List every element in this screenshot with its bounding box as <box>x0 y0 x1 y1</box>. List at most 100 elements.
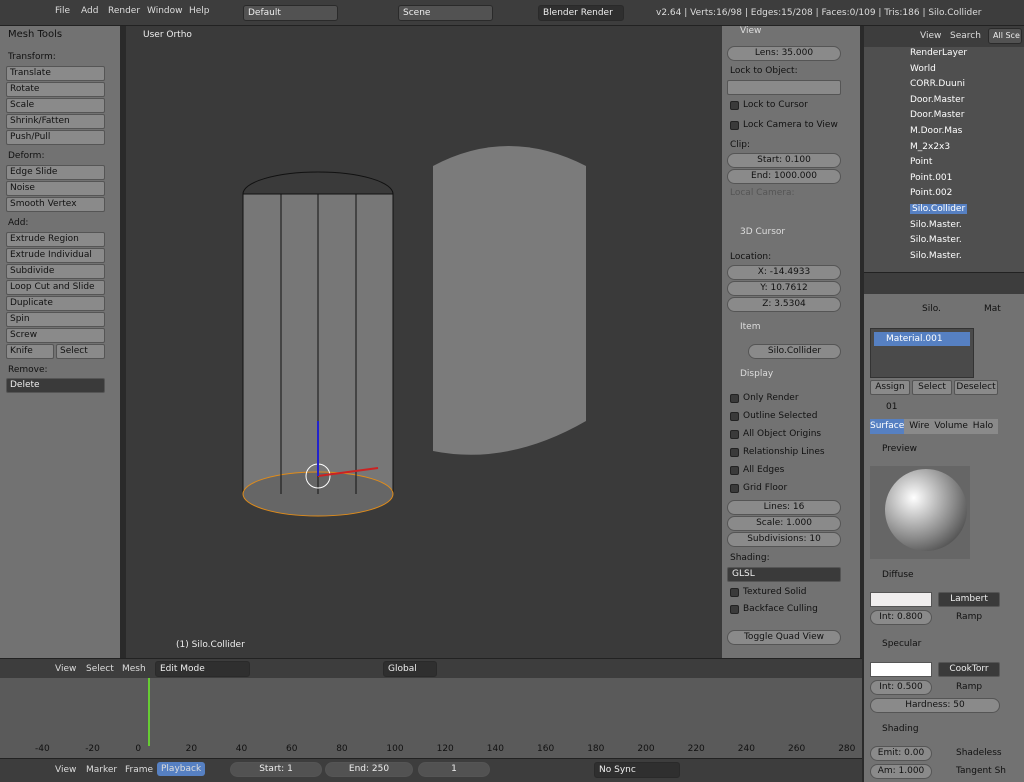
diffuse-color[interactable] <box>870 592 932 607</box>
all-origins-check[interactable] <box>730 430 739 439</box>
outliner-item[interactable]: RenderLayer <box>910 48 967 58</box>
cursor-x-field[interactable]: X: -14.4933 <box>727 265 841 280</box>
rotate-button[interactable]: Rotate <box>6 82 105 97</box>
delete-select[interactable]: Delete <box>6 378 105 393</box>
backface-culling-check[interactable] <box>730 605 739 614</box>
material-slot-item[interactable]: Material.001 <box>874 332 970 346</box>
screw-button[interactable]: Screw <box>6 328 105 343</box>
all-edges-check[interactable] <box>730 466 739 475</box>
breadcrumb-material[interactable]: Mat <box>984 304 1001 314</box>
menu-help[interactable]: Help <box>189 6 210 16</box>
emit-field[interactable]: Emit: 0.00 <box>870 746 932 761</box>
shading-panel-title[interactable]: Shading <box>882 724 919 734</box>
assign-button[interactable]: Assign <box>870 380 910 395</box>
relationship-lines-check[interactable] <box>730 448 739 457</box>
edge-slide-button[interactable]: Edge Slide <box>6 165 105 180</box>
lens-field[interactable]: Lens: 35.000 <box>727 46 841 61</box>
shading-select[interactable]: GLSL <box>727 567 841 582</box>
outliner-item[interactable]: Door.Master <box>910 95 964 105</box>
outliner-item[interactable]: Silo.Master. <box>910 235 962 245</box>
tl-frame-menu[interactable]: Frame <box>125 765 153 775</box>
grid-subdivisions-field[interactable]: Subdivisions: 10 <box>727 532 841 547</box>
outliner-item[interactable]: M.Door.Mas <box>910 126 962 136</box>
loopcut-button[interactable]: Loop Cut and Slide <box>6 280 105 295</box>
timeline[interactable]: -40 -20 0 20 40 60 80 100 120 140 160 180 200 220 240 2… <box>0 678 862 758</box>
extrude-region-button[interactable]: Extrude Region <box>6 232 105 247</box>
outliner-item[interactable]: Silo.Collider <box>910 204 968 214</box>
material-users-field[interactable]: 01 <box>886 402 897 412</box>
menu-window[interactable]: Window <box>147 6 183 16</box>
smooth-vertex-button[interactable]: Smooth Vertex <box>6 197 105 212</box>
tl-marker-menu[interactable]: Marker <box>86 765 117 775</box>
shrink-button[interactable]: Shrink/Fatten <box>6 114 105 129</box>
outliner-item[interactable]: Point <box>910 157 932 167</box>
orientation-select[interactable]: Global <box>383 661 437 677</box>
tl-playback-menu[interactable]: Playback <box>157 762 206 776</box>
end-frame-field[interactable]: End: 250 <box>325 762 413 777</box>
ambient-field[interactable]: Am: 1.000 <box>870 764 932 779</box>
grid-lines-field[interactable]: Lines: 16 <box>727 500 841 515</box>
specular-intensity-field[interactable]: Int: 0.500 <box>870 680 932 695</box>
outliner-item[interactable]: Point.001 <box>910 173 952 183</box>
current-frame-field[interactable]: 1 <box>418 762 490 777</box>
extrude-individual-button[interactable]: Extrude Individual <box>6 248 105 263</box>
spin-button[interactable]: Spin <box>6 312 105 327</box>
outliner-filter-select[interactable]: All Sce <box>988 28 1022 44</box>
layout-field[interactable]: Default <box>243 5 338 21</box>
material-slots[interactable]: Material.001 <box>870 328 974 378</box>
vh-view-menu[interactable]: View <box>55 664 76 674</box>
lock-camera-check[interactable] <box>730 121 739 130</box>
knife-select-button[interactable]: Select <box>56 344 105 359</box>
menu-add[interactable]: Add <box>81 6 98 16</box>
outliner-item[interactable]: Door.Master <box>910 110 964 120</box>
outliner-view-menu[interactable]: View <box>920 31 941 41</box>
viewport[interactable]: User Ortho (1) Silo.Collider <box>126 26 722 658</box>
outliner-search-menu[interactable]: Search <box>950 31 981 41</box>
scene-field[interactable]: Scene <box>398 5 493 21</box>
deselect-button[interactable]: Deselect <box>954 380 998 395</box>
menu-file[interactable]: File <box>55 6 70 16</box>
specular-shader-select[interactable]: CookTorr <box>938 662 1000 677</box>
specular-color[interactable] <box>870 662 932 677</box>
cursor-y-field[interactable]: Y: 10.7612 <box>727 281 841 296</box>
lock-cursor-check[interactable] <box>730 101 739 110</box>
grid-floor-check[interactable] <box>730 484 739 493</box>
pushpull-button[interactable]: Push/Pull <box>6 130 105 145</box>
lock-object-field[interactable] <box>727 80 841 95</box>
diffuse-shader-select[interactable]: Lambert <box>938 592 1000 607</box>
clip-end-field[interactable]: End: 1000.000 <box>727 169 841 184</box>
clip-start-field[interactable]: Start: 0.100 <box>727 153 841 168</box>
vh-mesh-menu[interactable]: Mesh <box>122 664 146 674</box>
specular-panel-title[interactable]: Specular <box>882 639 921 649</box>
diffuse-panel-title[interactable]: Diffuse <box>882 570 914 580</box>
grid-scale-field[interactable]: Scale: 1.000 <box>727 516 841 531</box>
cursor-z-field[interactable]: Z: 3.5304 <box>727 297 841 312</box>
tab-wire[interactable]: Wire <box>904 419 935 434</box>
item-name-field[interactable]: Silo.Collider <box>748 344 841 359</box>
only-render-check[interactable] <box>730 394 739 403</box>
hardness-field[interactable]: Hardness: 50 <box>870 698 1000 713</box>
outliner-item[interactable]: Silo.Master. <box>910 220 962 230</box>
quad-view-button[interactable]: Toggle Quad View <box>727 630 841 645</box>
vh-select-menu[interactable]: Select <box>86 664 114 674</box>
duplicate-button[interactable]: Duplicate <box>6 296 105 311</box>
breadcrumb-object[interactable]: Silo. <box>922 304 941 314</box>
outline-selected-check[interactable] <box>730 412 739 421</box>
menu-render[interactable]: Render <box>108 6 140 16</box>
engine-select[interactable]: Blender Render <box>538 5 624 21</box>
select-button[interactable]: Select <box>912 380 952 395</box>
noise-button[interactable]: Noise <box>6 181 105 196</box>
item-panel-title[interactable]: Item <box>740 322 761 332</box>
translate-button[interactable]: Translate <box>6 66 105 81</box>
tab-halo[interactable]: Halo <box>967 419 998 434</box>
view-panel-title[interactable]: View <box>740 26 761 36</box>
knife-button[interactable]: Knife <box>6 344 54 359</box>
tl-view-menu[interactable]: View <box>55 765 76 775</box>
scale-button[interactable]: Scale <box>6 98 105 113</box>
preview-panel-title[interactable]: Preview <box>882 444 917 454</box>
display-panel-title[interactable]: Display <box>740 369 773 379</box>
tab-volume[interactable]: Volume <box>934 419 968 434</box>
outliner-item[interactable]: M_2x2x3 <box>910 142 950 152</box>
diffuse-intensity-field[interactable]: Int: 0.800 <box>870 610 932 625</box>
subdivide-button[interactable]: Subdivide <box>6 264 105 279</box>
